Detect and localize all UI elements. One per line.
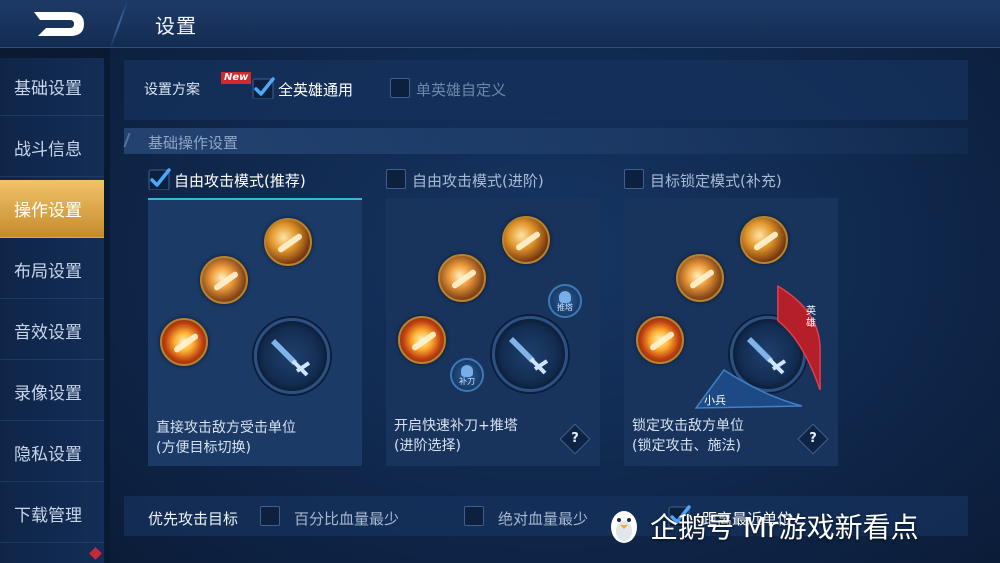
mode-free-advanced-checkbox[interactable] bbox=[386, 169, 406, 189]
sidebar-item-replay[interactable]: 录像设置 bbox=[0, 363, 104, 421]
section-title: 基础操作设置 bbox=[148, 134, 239, 152]
sidebar-item-label: 隐私设置 bbox=[14, 445, 82, 465]
sidebar-item-label: 音效设置 bbox=[14, 323, 82, 343]
last-hit-button-icon: 补刀 bbox=[450, 358, 484, 392]
mode-target-lock-checkbox[interactable] bbox=[624, 169, 644, 189]
attack-button-icon bbox=[492, 316, 568, 392]
help-icon[interactable]: ? bbox=[797, 423, 829, 455]
hero-tab-label: 英雄 bbox=[806, 306, 816, 329]
sidebar-item-audio[interactable]: 音效设置 bbox=[0, 302, 104, 360]
skill-2-icon bbox=[200, 256, 248, 304]
mode-free-recommended-checkbox[interactable] bbox=[148, 168, 171, 190]
penguin-logo-icon bbox=[611, 511, 637, 543]
sidebar-item-label: 布局设置 bbox=[14, 262, 82, 282]
skill-1-icon bbox=[636, 316, 684, 364]
scheme-label: 设置方案 bbox=[144, 82, 200, 98]
mode-card-free-recommended[interactable]: 直接攻击敌方受击单位 (方便目标切换) bbox=[148, 198, 362, 466]
back-arrow-icon bbox=[34, 12, 84, 36]
checkmark-icon bbox=[252, 77, 275, 99]
lowest-percent-hp-label[interactable]: 百分比血量最少 bbox=[294, 508, 399, 529]
lowest-absolute-hp-label[interactable]: 绝对血量最少 bbox=[498, 508, 588, 529]
page-title: 设置 bbox=[155, 14, 197, 38]
sidebar-item-label: 操作设置 bbox=[14, 201, 82, 221]
sidebar-item-controls[interactable]: 操作设置 bbox=[0, 180, 104, 238]
new-badge: New bbox=[221, 72, 252, 84]
watermark-text: 企鹅号 Mr游戏新看点 bbox=[650, 511, 919, 544]
all-heroes-checkbox[interactable] bbox=[252, 77, 275, 99]
skill-2-icon bbox=[438, 254, 486, 302]
mode-free-advanced-label[interactable]: 自由攻击模式(进阶) bbox=[412, 170, 544, 191]
minion-tab-label: 小兵 bbox=[704, 394, 726, 407]
mode-target-lock-label[interactable]: 目标锁定模式(补充) bbox=[650, 170, 782, 191]
mode-card-description: 锁定攻击敌方单位 (锁定攻击、施法) bbox=[632, 418, 744, 454]
single-hero-label[interactable]: 单英雄自定义 bbox=[416, 79, 506, 100]
mode-card-description: 直接攻击敌方受击单位 (方便目标切换) bbox=[156, 420, 296, 456]
sidebar-item-label: 下载管理 bbox=[14, 506, 82, 526]
mode-free-recommended-label[interactable]: 自由攻击模式(推荐) bbox=[174, 170, 306, 191]
scheme-bar: 设置方案 New 全英雄通用 单英雄自定义 bbox=[124, 60, 968, 120]
mode-card-free-advanced[interactable]: 推塔 补刀 开启快速补刀+推塔 (进阶选择) ? bbox=[386, 198, 600, 466]
skill-3-icon bbox=[264, 218, 312, 266]
section-header: 基础操作设置 bbox=[123, 128, 968, 154]
lowest-absolute-hp-checkbox[interactable] bbox=[464, 506, 484, 526]
skill-3-icon bbox=[502, 216, 550, 264]
sidebar-item-label: 战斗信息 bbox=[14, 140, 82, 160]
skill-1-icon bbox=[160, 318, 208, 366]
sidebar-item-layout[interactable]: 布局设置 bbox=[0, 241, 104, 299]
sidebar: 基础设置 战斗信息 操作设置 布局设置 音效设置 录像设置 隐私设置 下载管理 bbox=[0, 58, 104, 563]
sidebar-item-label: 录像设置 bbox=[14, 384, 82, 404]
checkmark-icon bbox=[148, 168, 171, 190]
attack-button-icon bbox=[254, 318, 330, 394]
main-panel: 设置方案 New 全英雄通用 单英雄自定义 基础操作设置 自由攻击模式(推荐) … bbox=[110, 48, 1000, 563]
sidebar-item-basic[interactable]: 基础设置 bbox=[0, 58, 104, 116]
mode-card-description: 开启快速补刀+推塔 (进阶选择) bbox=[394, 418, 518, 454]
push-tower-button-icon: 推塔 bbox=[548, 284, 582, 318]
header-divider bbox=[109, 0, 129, 48]
watermark: 企鹅号 Mr游戏新看点 bbox=[606, 506, 919, 546]
skill-1-icon bbox=[398, 316, 446, 364]
all-heroes-label[interactable]: 全英雄通用 bbox=[278, 79, 353, 100]
mode-card-target-lock[interactable]: 英雄 小兵 锁定攻击敌方单位 (锁定攻击、施法) ? bbox=[624, 198, 838, 466]
sidebar-item-battle-info[interactable]: 战斗信息 bbox=[0, 119, 104, 177]
lowest-percent-hp-checkbox[interactable] bbox=[260, 506, 280, 526]
sidebar-item-downloads[interactable]: 下载管理 bbox=[0, 485, 104, 543]
help-icon[interactable]: ? bbox=[559, 423, 591, 455]
skill-3-icon bbox=[740, 216, 788, 264]
section-chevron-icon bbox=[123, 133, 139, 147]
sidebar-item-privacy[interactable]: 隐私设置 bbox=[0, 424, 104, 482]
priority-label: 优先攻击目标 bbox=[148, 510, 239, 528]
skill-2-icon bbox=[676, 254, 724, 302]
single-hero-checkbox[interactable] bbox=[390, 78, 410, 98]
back-button[interactable] bbox=[30, 8, 90, 40]
sidebar-item-label: 基础设置 bbox=[14, 79, 82, 99]
top-bar: 设置 bbox=[0, 0, 1000, 48]
